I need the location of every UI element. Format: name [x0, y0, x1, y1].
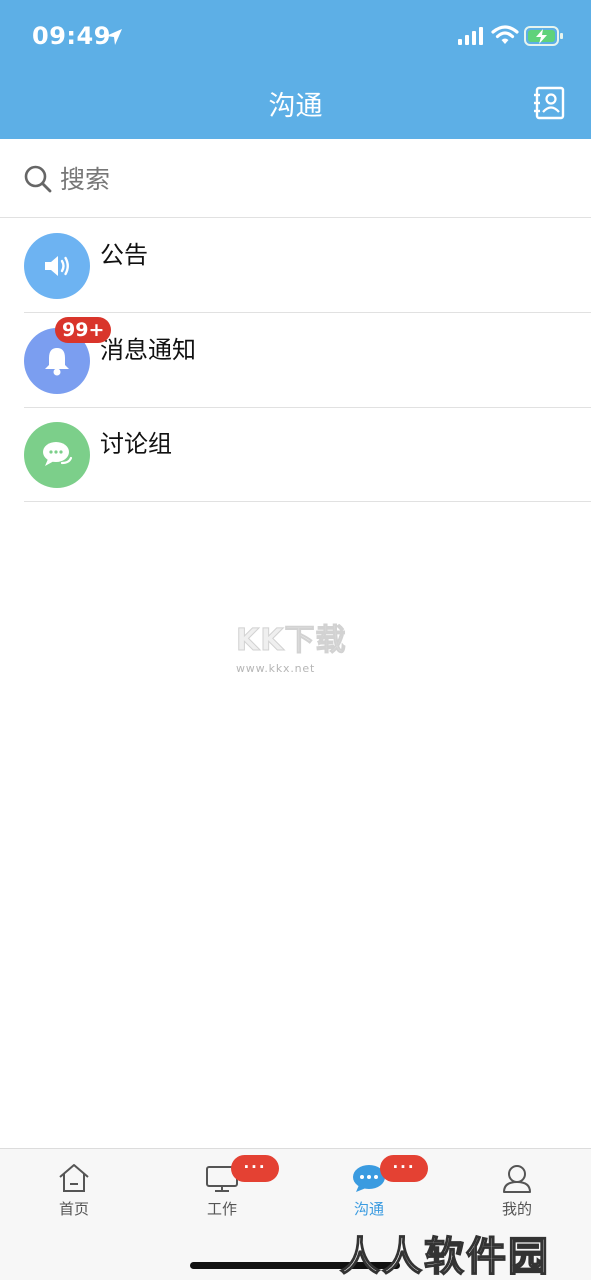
watermark-logo: KK下载 — [236, 623, 347, 659]
more-badge: ··· — [380, 1155, 428, 1182]
cellular-signal-icon — [458, 27, 483, 45]
list-item-label: 讨论组 — [100, 430, 172, 458]
unread-count-badge: 99+ — [55, 317, 112, 343]
status-time: 09:49 — [32, 22, 111, 50]
location-arrow-icon — [106, 29, 122, 45]
tab-mine[interactable]: 我的 — [467, 1161, 567, 1221]
corner-watermark: 人人软件园 — [339, 1233, 550, 1280]
top-bar: 09:49 沟通 — [0, 0, 591, 139]
divider — [24, 501, 591, 502]
battery-charging-icon — [524, 26, 563, 46]
tab-label: 首页 — [58, 1200, 89, 1218]
search-bar[interactable] — [0, 140, 591, 218]
tab-label: 沟通 — [353, 1200, 384, 1218]
watermark-url: www.kkx.net — [236, 662, 316, 675]
search-input[interactable] — [60, 160, 560, 198]
speaker-icon — [24, 233, 90, 299]
home-icon — [59, 1164, 89, 1192]
list-item-label: 公告 — [100, 241, 148, 269]
watermark: KK下载 www.kkx.net — [236, 615, 366, 676]
tab-label: 我的 — [501, 1200, 532, 1218]
profile-icon — [503, 1165, 531, 1193]
tab-home[interactable]: 首页 — [24, 1161, 124, 1221]
list-item-notifications[interactable]: 消息通知 99+ — [0, 313, 591, 408]
more-badge: ··· — [231, 1155, 279, 1182]
list-item-discussion-group[interactable]: 讨论组 — [0, 407, 591, 502]
list-item-announcement[interactable]: 公告 — [0, 218, 591, 313]
search-icon — [24, 165, 52, 193]
tab-label: 工作 — [206, 1200, 237, 1218]
chat-bubbles-icon — [24, 422, 90, 488]
list-item-label: 消息通知 — [100, 336, 196, 364]
page-title: 沟通 — [268, 91, 323, 122]
wifi-icon — [491, 25, 519, 44]
contacts-book-icon[interactable] — [532, 86, 566, 120]
